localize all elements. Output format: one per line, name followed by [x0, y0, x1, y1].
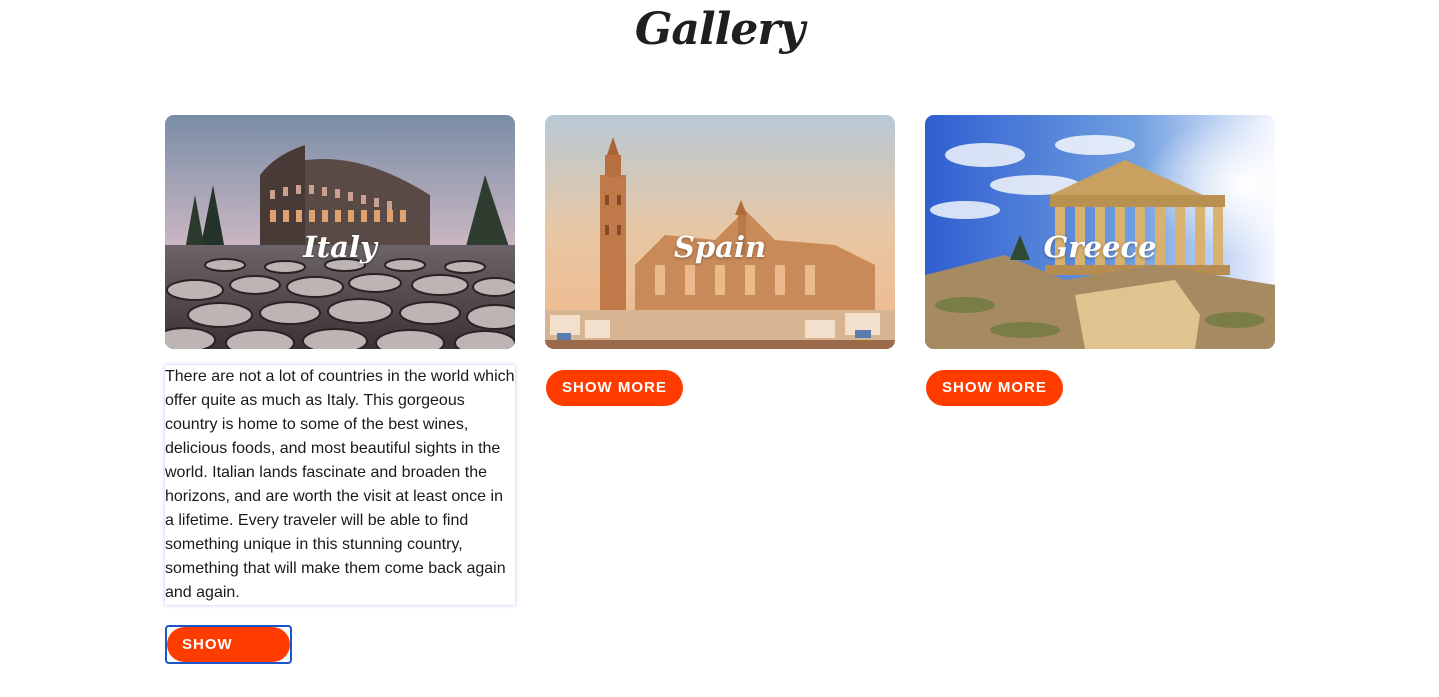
gallery-card-spain: Spain SHOW MORE	[545, 115, 895, 406]
card-image-spain: Spain	[545, 115, 895, 349]
card-label-italy: Italy	[303, 230, 377, 264]
card-description-italy: There are not a lot of countries in the …	[165, 365, 515, 605]
show-more-button[interactable]: SHOW MORE	[546, 370, 683, 406]
show-less-button[interactable]: SHOW LESS	[167, 627, 290, 688]
page-title: Gallery	[634, 4, 805, 55]
card-image-italy: Italy	[165, 115, 515, 349]
card-image-greece: Greece	[925, 115, 1275, 349]
show-more-button[interactable]: SHOW MORE	[926, 370, 1063, 406]
gallery-card-greece: Greece SHOW MORE	[925, 115, 1275, 406]
gallery-card-italy: Italy There are not a lot of countries i…	[165, 115, 515, 688]
show-less-focus-ring: SHOW LESS	[165, 625, 292, 688]
card-label-spain: Spain	[673, 230, 767, 264]
card-label-greece: Greece	[1043, 230, 1157, 264]
